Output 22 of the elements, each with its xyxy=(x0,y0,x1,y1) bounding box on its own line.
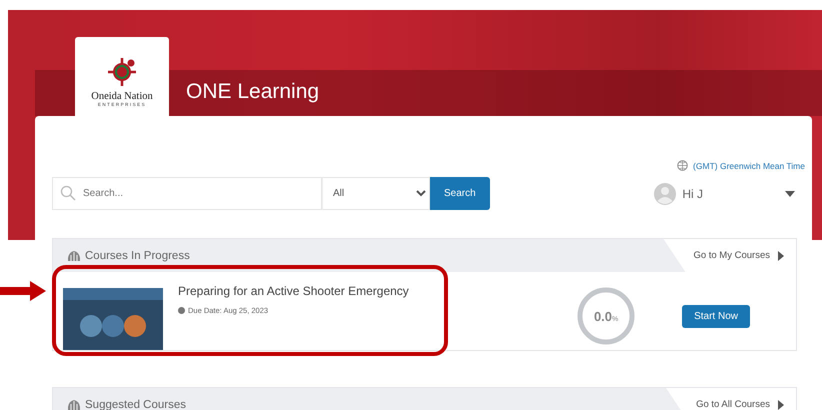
search-field[interactable]: Search... xyxy=(52,177,322,210)
triangle-right-icon xyxy=(778,250,784,260)
timezone-link[interactable]: (GMT) Greenwich Mean Time xyxy=(693,160,805,170)
logo-name: Oneida Nation xyxy=(91,91,153,102)
globe-icon xyxy=(677,160,688,171)
start-button[interactable]: Start Now xyxy=(682,304,750,328)
helmet-icon xyxy=(67,250,81,262)
section-link[interactable]: Go to All Courses xyxy=(666,388,796,410)
filter-dropdown[interactable]: All xyxy=(322,177,430,210)
pointer-arrow xyxy=(0,281,46,301)
site-title: ONE Learning xyxy=(186,80,320,104)
course-thumbnail[interactable] xyxy=(63,288,163,350)
course-title[interactable]: Preparing for an Active Shooter Emergency xyxy=(178,284,576,298)
user-greeting[interactable]: Hi J xyxy=(682,186,703,200)
logo-icon xyxy=(107,57,137,87)
search-button[interactable]: Search xyxy=(430,177,490,210)
section-title: Suggested Courses xyxy=(85,398,186,410)
avatar-icon[interactable] xyxy=(654,182,676,204)
caret-down-icon[interactable] xyxy=(785,190,795,196)
section-link[interactable]: Go to My Courses xyxy=(663,239,796,272)
section-title: Courses In Progress xyxy=(85,250,190,262)
triangle-right-icon xyxy=(778,400,784,410)
